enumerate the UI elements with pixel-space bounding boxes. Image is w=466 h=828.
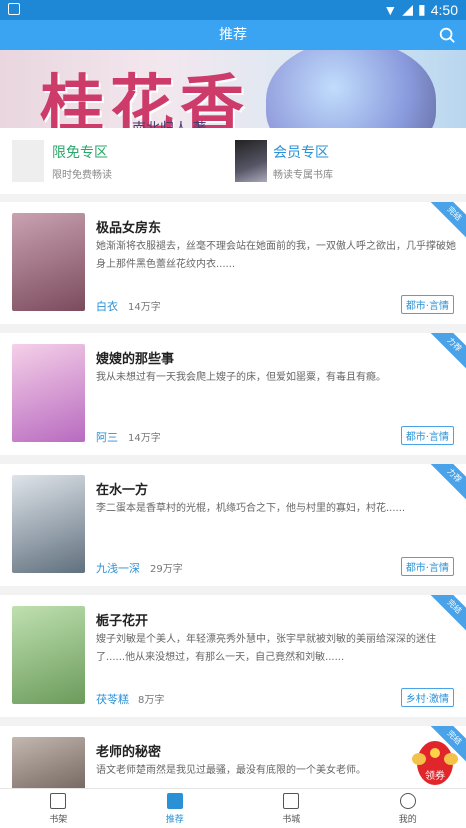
book-description: 语文老师楚雨然是我见过最骚，最没有底限的一个美女老师。 — [96, 765, 366, 776]
search-icon[interactable] — [438, 26, 456, 44]
book-title: 嫂嫂的那些事 — [96, 352, 175, 367]
app-bar: 推荐 — [0, 20, 466, 50]
zone-vip[interactable]: 会员专区 畅读专属书库 — [233, 128, 466, 194]
bag-icon — [283, 793, 300, 809]
book-ribbon-badge: 力荐 — [427, 464, 466, 503]
book-cover — [12, 344, 85, 442]
book-cover — [12, 606, 85, 704]
tab-bookstore[interactable]: 书城 — [233, 789, 350, 828]
book-description: 嫂子刘敏是个美人，年轻漂亮秀外慧中，张宇早就被刘敏的美丽给深深的迷住了.....… — [96, 634, 436, 663]
book-title: 在水一方 — [96, 483, 149, 498]
coupon-float-icon[interactable]: 领券 — [411, 731, 459, 791]
book-author[interactable]: 茯苓糕 — [96, 691, 129, 707]
banner-subtitle: 南北归人 著 — [132, 118, 206, 128]
book-ribbon-badge: 完结 — [427, 202, 466, 241]
battery-icon: ▮ — [418, 1, 426, 17]
book-word-count: 8万字 — [138, 695, 165, 706]
tab-mine[interactable]: 我的 — [350, 789, 466, 828]
bookshelf-icon — [50, 793, 67, 809]
star-icon — [166, 793, 183, 809]
book-cover — [12, 213, 85, 311]
book-category-tag[interactable]: 都市·言情 — [400, 557, 454, 576]
zone-subtitle: 畅读专属书库 — [273, 170, 333, 181]
book-word-count: 14万字 — [128, 302, 161, 313]
book-card[interactable]: 老师的秘密 语文老师楚雨然是我见过最骚，最没有底限的一个美女老师。 完结 — [0, 726, 466, 788]
coupon-label: 领券 — [425, 769, 445, 782]
banner-title: 桂花香 — [40, 68, 250, 128]
zone-title: 限免专区 — [52, 145, 108, 161]
book-category-tag[interactable]: 乡村·激情 — [400, 688, 454, 707]
book-ribbon-badge: 完结 — [427, 595, 466, 634]
signal-icon: ◢ — [402, 1, 414, 17]
book-author[interactable]: 白衣 — [96, 298, 118, 314]
tab-label: 书架 — [49, 815, 68, 825]
zone-subtitle: 限时免费畅读 — [52, 170, 112, 181]
zone-free-image — [12, 140, 44, 182]
status-icons: ▼ ◢ ▮ 4:50 — [383, 1, 458, 18]
person-icon — [399, 793, 416, 809]
book-word-count: 14万字 — [128, 433, 161, 444]
book-title: 极品女房东 — [96, 221, 162, 236]
book-category-tag[interactable]: 都市·言情 — [400, 295, 454, 314]
tab-label: 推荐 — [165, 815, 184, 825]
tab-bookshelf[interactable]: 书架 — [0, 789, 117, 828]
zone-vip-image — [235, 140, 267, 182]
bottom-tab-bar: 书架 推荐 书城 我的 — [0, 788, 466, 828]
notification-icon — [8, 3, 20, 15]
banner-figure — [266, 50, 436, 128]
banner[interactable]: 桂花香 南北归人 著 — [0, 50, 466, 128]
zone-title: 会员专区 — [273, 145, 329, 161]
book-ribbon-badge: 力荐 — [427, 333, 466, 372]
book-card[interactable]: 在水一方 李二蛋本是香草村的光棍，机缘巧合之下，他与村里的寡妇，村花......… — [0, 464, 466, 586]
book-author[interactable]: 九浅一深 — [96, 560, 140, 576]
wifi-icon: ▼ — [383, 1, 398, 18]
book-cover — [12, 737, 85, 788]
book-card[interactable]: 栀子花开 嫂子刘敏是个美人，年轻漂亮秀外慧中，张宇早就被刘敏的美丽给深深的迷住了… — [0, 595, 466, 717]
book-title: 栀子花开 — [96, 614, 149, 629]
book-word-count: 29万字 — [150, 564, 183, 575]
zone-free[interactable]: 限免专区 限时免费畅读 — [0, 128, 233, 194]
status-time: 4:50 — [430, 1, 458, 18]
tab-label: 我的 — [398, 815, 417, 825]
book-cover — [12, 475, 85, 573]
book-description: 李二蛋本是香草村的光棍，机缘巧合之下，他与村里的寡妇，村花...... — [96, 503, 406, 514]
book-card[interactable]: 极品女房东 她渐渐将衣服褪去，丝毫不理会站在她面前的我，一双傲人呼之欲出，几乎撑… — [0, 202, 466, 324]
status-bar: ▼ ◢ ▮ 4:50 — [0, 0, 466, 20]
book-card[interactable]: 嫂嫂的那些事 我从未想过有一天我会爬上嫂子的床，但爱如罂粟，有毒且有瘾。 阿三 … — [0, 333, 466, 455]
page-title: 推荐 — [219, 27, 247, 43]
book-description: 我从未想过有一天我会爬上嫂子的床，但爱如罂粟，有毒且有瘾。 — [96, 372, 386, 383]
book-category-tag[interactable]: 都市·言情 — [400, 426, 454, 445]
book-author[interactable]: 阿三 — [96, 429, 118, 445]
tab-label: 书城 — [282, 815, 301, 825]
tab-recommend[interactable]: 推荐 — [117, 789, 234, 828]
book-title: 老师的秘密 — [96, 745, 162, 760]
book-description: 她渐渐将衣服褪去，丝毫不理会站在她面前的我，一双傲人呼之欲出，几乎撑破她身上那件… — [96, 241, 456, 270]
zones: 限免专区 限时免费畅读 会员专区 畅读专属书库 — [0, 128, 466, 194]
